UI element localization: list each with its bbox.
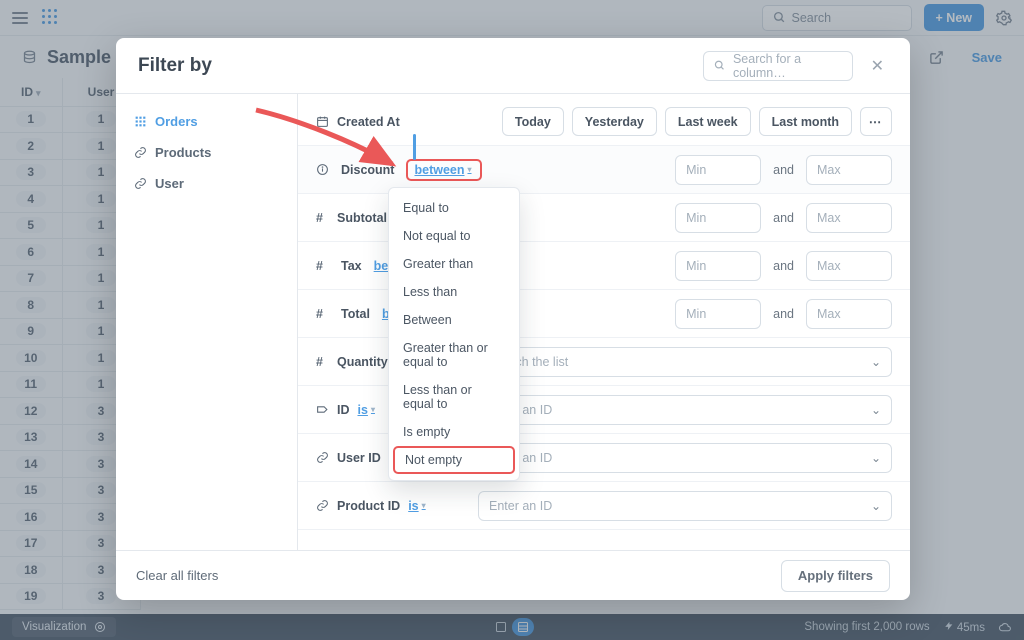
filter-label: Subtotal bbox=[337, 211, 387, 225]
quick-yesterday[interactable]: Yesterday bbox=[572, 107, 657, 136]
quick-last-month[interactable]: Last month bbox=[759, 107, 852, 136]
filter-label: Tax bbox=[341, 259, 362, 273]
filter-label: Product ID bbox=[337, 499, 400, 513]
operator-option-not-empty[interactable]: Not empty bbox=[393, 446, 515, 474]
modal-sidebar: Orders Products User bbox=[116, 94, 298, 550]
quantity-list-input[interactable]: Search the list⌄ bbox=[478, 347, 892, 377]
sidebar-item-products[interactable]: Products bbox=[116, 137, 297, 168]
operator-option-not-equal-to[interactable]: Not equal to bbox=[389, 222, 519, 250]
min-input[interactable]: Min bbox=[675, 155, 761, 185]
quick-more-icon[interactable]: ⋯ bbox=[860, 107, 892, 136]
hash-icon: # bbox=[316, 355, 329, 368]
max-input[interactable]: Max bbox=[806, 155, 892, 185]
sidebar-item-label: User bbox=[155, 176, 184, 191]
modal-title: Filter by bbox=[138, 55, 212, 77]
user-id-input[interactable]: Enter an ID⌄ bbox=[478, 443, 892, 473]
sidebar-item-label: Orders bbox=[155, 114, 198, 129]
operator-select-id[interactable]: is▾ bbox=[358, 403, 375, 417]
operator-dropdown: Equal toNot equal toGreater thanLess tha… bbox=[388, 187, 520, 481]
operator-option-is-empty[interactable]: Is empty bbox=[389, 418, 519, 446]
hash-icon: # bbox=[316, 211, 329, 224]
id-input[interactable]: Enter an ID⌄ bbox=[478, 395, 892, 425]
quick-today[interactable]: Today bbox=[502, 107, 564, 136]
apply-filters-button[interactable]: Apply filters bbox=[781, 560, 890, 592]
max-input[interactable]: Max bbox=[806, 251, 892, 281]
search-icon bbox=[714, 59, 725, 72]
calendar-icon bbox=[316, 115, 329, 128]
operator-option-greater-than-or-equal-to[interactable]: Greater than or equal to bbox=[389, 334, 519, 376]
filter-row-discount: Discount between▾ Min and Max bbox=[298, 146, 910, 194]
filter-label: Total bbox=[341, 307, 370, 321]
min-input[interactable]: Min bbox=[675, 299, 761, 329]
max-input[interactable]: Max bbox=[806, 299, 892, 329]
filter-label: ID bbox=[337, 403, 350, 417]
filter-label: User ID bbox=[337, 451, 381, 465]
tag-icon bbox=[316, 403, 329, 416]
operator-option-greater-than[interactable]: Greater than bbox=[389, 250, 519, 278]
filter-row-created-at: Created At Today Yesterday Last week Last m… bbox=[298, 98, 910, 146]
min-input[interactable]: Min bbox=[675, 251, 761, 281]
column-search-input[interactable]: Search for a column… bbox=[703, 51, 853, 81]
filter-label: Quantity bbox=[337, 355, 388, 369]
operator-option-between[interactable]: Between bbox=[389, 306, 519, 334]
close-icon[interactable]: ✕ bbox=[867, 52, 888, 80]
operator-option-less-than-or-equal-to[interactable]: Less than or equal to bbox=[389, 376, 519, 418]
operator-select-product-id[interactable]: is▾ bbox=[408, 499, 425, 513]
max-input[interactable]: Max bbox=[806, 203, 892, 233]
filter-label: Discount bbox=[341, 163, 394, 177]
clear-filters-button[interactable]: Clear all filters bbox=[136, 568, 218, 583]
operator-option-equal-to[interactable]: Equal to bbox=[389, 194, 519, 222]
operator-select-discount[interactable]: between▾ bbox=[406, 159, 481, 181]
product-id-input[interactable]: Enter an ID⌄ bbox=[478, 491, 892, 521]
link-icon bbox=[316, 499, 329, 512]
hash-icon: # bbox=[316, 307, 329, 320]
sidebar-item-orders[interactable]: Orders bbox=[116, 106, 297, 137]
link-icon bbox=[316, 451, 329, 464]
sidebar-item-user[interactable]: User bbox=[116, 168, 297, 199]
hash-icon: # bbox=[316, 259, 329, 272]
selection-indicator bbox=[413, 134, 416, 160]
sidebar-item-label: Products bbox=[155, 145, 211, 160]
operator-option-less-than[interactable]: Less than bbox=[389, 278, 519, 306]
filter-label: Created At bbox=[337, 115, 400, 129]
min-input[interactable]: Min bbox=[675, 203, 761, 233]
filter-row-product-id: Product ID is▾ Enter an ID⌄ bbox=[298, 482, 910, 530]
info-icon bbox=[316, 163, 329, 176]
quick-last-week[interactable]: Last week bbox=[665, 107, 751, 136]
